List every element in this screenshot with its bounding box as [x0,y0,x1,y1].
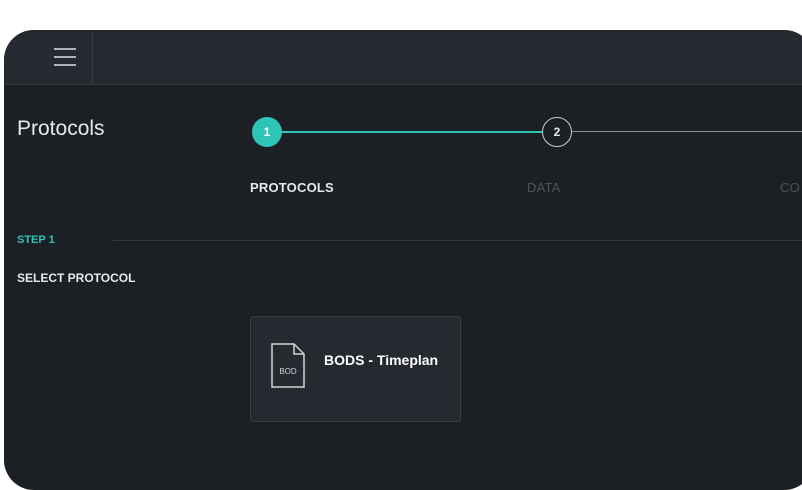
file-icon-label: BOD [279,367,297,376]
step-2-label: DATA [527,180,561,195]
step-3-label: CO [780,180,800,195]
step-1-label: PROTOCOLS [250,180,334,195]
hamburger-menu-icon [54,64,76,66]
protocol-title: BODS - Timeplan [324,352,439,368]
top-bar [4,30,802,85]
step-2-indicator[interactable]: 2 [542,117,572,147]
step-description: SELECT PROTOCOL [17,271,136,285]
menu-button[interactable] [42,34,93,84]
step-1-indicator[interactable]: 1 [252,117,282,147]
hamburger-menu-icon [54,56,76,58]
hamburger-menu-icon [54,48,76,50]
current-step-label: STEP 1 [17,234,55,246]
page-title: Protocols [17,117,105,140]
document-file-icon: BOD [271,343,305,388]
protocol-card[interactable]: BOD BODS - Timeplan [250,316,461,422]
step-connector [572,131,802,132]
section-divider [113,240,802,241]
step-connector-active [282,131,542,133]
